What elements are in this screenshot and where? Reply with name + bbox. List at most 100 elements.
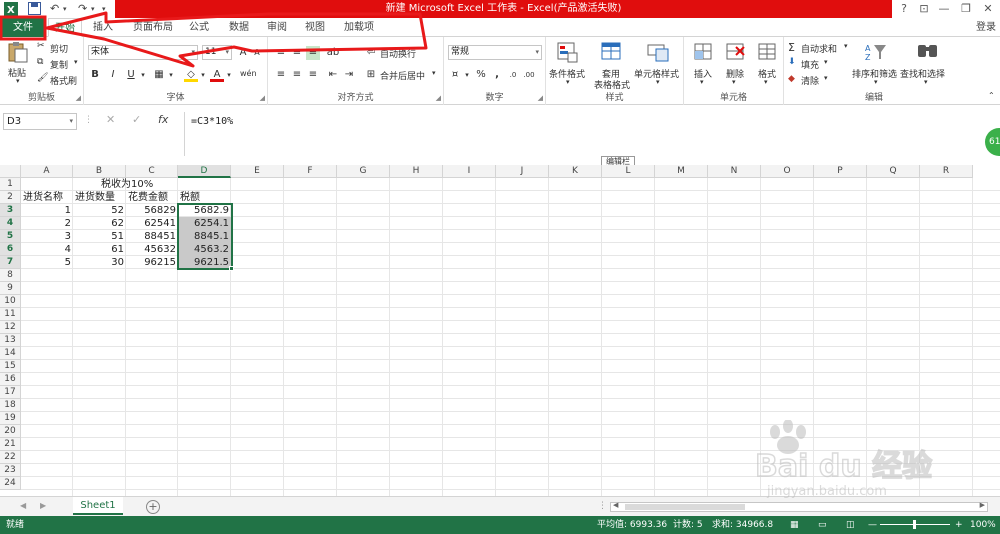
column-header-N[interactable]: N <box>708 165 761 178</box>
close-button[interactable]: ✕ <box>978 0 998 18</box>
zoom-level[interactable]: 100% <box>970 516 996 534</box>
row-header-6[interactable]: 6 <box>0 243 21 256</box>
font-color-dropdown-icon[interactable]: ▾ <box>222 68 236 82</box>
column-header-L[interactable]: L <box>602 165 655 178</box>
number-format-select[interactable]: 常规 ▾ <box>448 45 542 60</box>
font-name-select[interactable]: 宋体 ▾ <box>88 45 198 60</box>
formula-bar-grip-icon[interactable]: ⋮ <box>84 115 93 125</box>
column-header-Q[interactable]: Q <box>867 165 920 178</box>
cell-styles-icon[interactable] <box>646 41 670 63</box>
align-center-icon[interactable]: ≡ <box>290 68 304 82</box>
row-header-15[interactable]: 15 <box>0 360 21 373</box>
font-size-select[interactable]: 11 ▾ <box>202 45 232 60</box>
clear-icon[interactable]: ◆ <box>788 74 795 84</box>
row-header-24[interactable]: 24 <box>0 477 21 490</box>
row-header-16[interactable]: 16 <box>0 373 21 386</box>
sheet-tab-sheet1[interactable]: Sheet1 <box>73 497 123 515</box>
conditional-format-dropdown-icon[interactable]: ▾ <box>566 78 570 86</box>
format-as-table-icon[interactable] <box>600 41 624 63</box>
column-header-H[interactable]: H <box>390 165 443 178</box>
cancel-entry-icon[interactable]: ✕ <box>106 113 115 126</box>
redo-dropdown-icon[interactable]: ▾ <box>91 1 95 17</box>
column-header-O[interactable]: O <box>761 165 814 178</box>
fill-handle[interactable] <box>229 266 234 271</box>
zoom-slider[interactable] <box>880 520 950 529</box>
borders-dropdown-icon[interactable]: ▾ <box>164 68 178 82</box>
clear-button[interactable]: 清除 <box>801 74 819 87</box>
page-break-view-icon[interactable]: ◫ <box>846 516 855 534</box>
number-launcher-icon[interactable]: ◢ <box>538 94 543 102</box>
scroll-left-icon[interactable]: ◀ <box>613 501 618 509</box>
tab-view[interactable]: 视图 <box>302 18 328 37</box>
cell-B5[interactable]: 51 <box>73 230 126 243</box>
row-header-14[interactable]: 14 <box>0 347 21 360</box>
merge-center-icon[interactable]: ⊞ <box>364 68 378 82</box>
copy-dropdown-icon[interactable]: ▾ <box>74 58 78 66</box>
column-header-I[interactable]: I <box>443 165 496 178</box>
column-header-A[interactable]: A <box>21 165 73 178</box>
save-icon[interactable] <box>28 2 41 15</box>
cut-icon[interactable]: ✂ <box>37 41 45 51</box>
tab-data[interactable]: 数据 <box>226 18 252 37</box>
cell-A2[interactable]: 进货名称 <box>21 191 65 204</box>
row-header-17[interactable]: 17 <box>0 386 21 399</box>
insert-cells-dropdown-icon[interactable]: ▾ <box>700 78 704 86</box>
page-layout-view-icon[interactable]: ▭ <box>818 516 827 534</box>
merge-dropdown-icon[interactable]: ▾ <box>432 69 436 77</box>
zoom-slider-thumb[interactable] <box>913 520 916 529</box>
cell-C5[interactable]: 88451 <box>126 230 178 243</box>
align-top-icon[interactable]: ≡ <box>274 46 288 60</box>
row-header-22[interactable]: 22 <box>0 451 21 464</box>
row-header-7[interactable]: 7 <box>0 256 21 269</box>
cell-B1[interactable]: 税收为10% <box>99 178 155 191</box>
cell-A3[interactable]: 1 <box>21 204 73 217</box>
paste-icon[interactable] <box>6 41 30 63</box>
sheet-nav-right-icon[interactable]: ▶ <box>40 501 46 510</box>
column-header-R[interactable]: R <box>920 165 973 178</box>
phonetic-button[interactable]: wén <box>240 69 257 78</box>
ribbon-display-options-icon[interactable]: ⊡ <box>914 0 934 18</box>
sheet-nav-left-icon[interactable]: ◀ <box>20 501 26 510</box>
format-cells-dropdown-icon[interactable]: ▾ <box>764 78 768 86</box>
autosum-button[interactable]: 自动求和 <box>801 42 837 55</box>
insert-function-icon[interactable]: fx <box>158 113 168 126</box>
row-header-19[interactable]: 19 <box>0 412 21 425</box>
column-header-F[interactable]: F <box>284 165 337 178</box>
tab-review[interactable]: 审阅 <box>264 18 290 37</box>
percent-button[interactable]: % <box>474 68 488 82</box>
row-header-20[interactable]: 20 <box>0 425 21 438</box>
sort-filter-dropdown-icon[interactable]: ▾ <box>874 78 878 86</box>
decrease-font-icon[interactable]: A <box>250 46 264 60</box>
redo-icon[interactable]: ↷ <box>78 1 87 17</box>
row-header-3[interactable]: 3 <box>0 204 21 217</box>
decrease-indent-icon[interactable]: ⇤ <box>326 68 340 82</box>
fill-icon[interactable]: ⬇ <box>788 57 796 67</box>
cell-B3[interactable]: 52 <box>73 204 126 217</box>
customize-qat-icon[interactable]: ▾ <box>102 1 106 17</box>
wrap-text-button[interactable]: 自动换行 <box>380 47 416 60</box>
row-header-8[interactable]: 8 <box>0 269 21 282</box>
cell-A4[interactable]: 2 <box>21 217 73 230</box>
align-middle-icon[interactable]: ≡ <box>290 46 304 60</box>
decrease-decimal-icon[interactable]: .00 <box>522 68 536 82</box>
zoom-in-icon[interactable]: + <box>955 516 963 534</box>
column-header-G[interactable]: G <box>337 165 390 178</box>
help-icon[interactable]: ? <box>894 0 914 18</box>
accounting-dropdown-icon[interactable]: ▾ <box>460 68 474 82</box>
cell-B6[interactable]: 61 <box>73 243 126 256</box>
row-header-4[interactable]: 4 <box>0 217 21 230</box>
clipboard-launcher-icon[interactable]: ◢ <box>76 94 81 102</box>
copy-button[interactable]: 复制 <box>50 58 68 71</box>
add-sheet-button[interactable]: + <box>146 500 160 514</box>
autosum-dropdown-icon[interactable]: ▾ <box>844 42 848 50</box>
select-all-corner[interactable] <box>0 165 21 178</box>
collapse-ribbon-icon[interactable]: ⌃ <box>988 91 995 100</box>
bold-button[interactable]: B <box>88 68 102 82</box>
copy-icon[interactable]: ⧉ <box>37 57 43 67</box>
login-link[interactable]: 登录 <box>976 18 996 37</box>
name-box[interactable]: D3 ▾ <box>3 113 77 130</box>
delete-cells-dropdown-icon[interactable]: ▾ <box>732 78 736 86</box>
column-header-E[interactable]: E <box>231 165 284 178</box>
cell-B7[interactable]: 30 <box>73 256 126 269</box>
underline-dropdown-icon[interactable]: ▾ <box>136 68 150 82</box>
